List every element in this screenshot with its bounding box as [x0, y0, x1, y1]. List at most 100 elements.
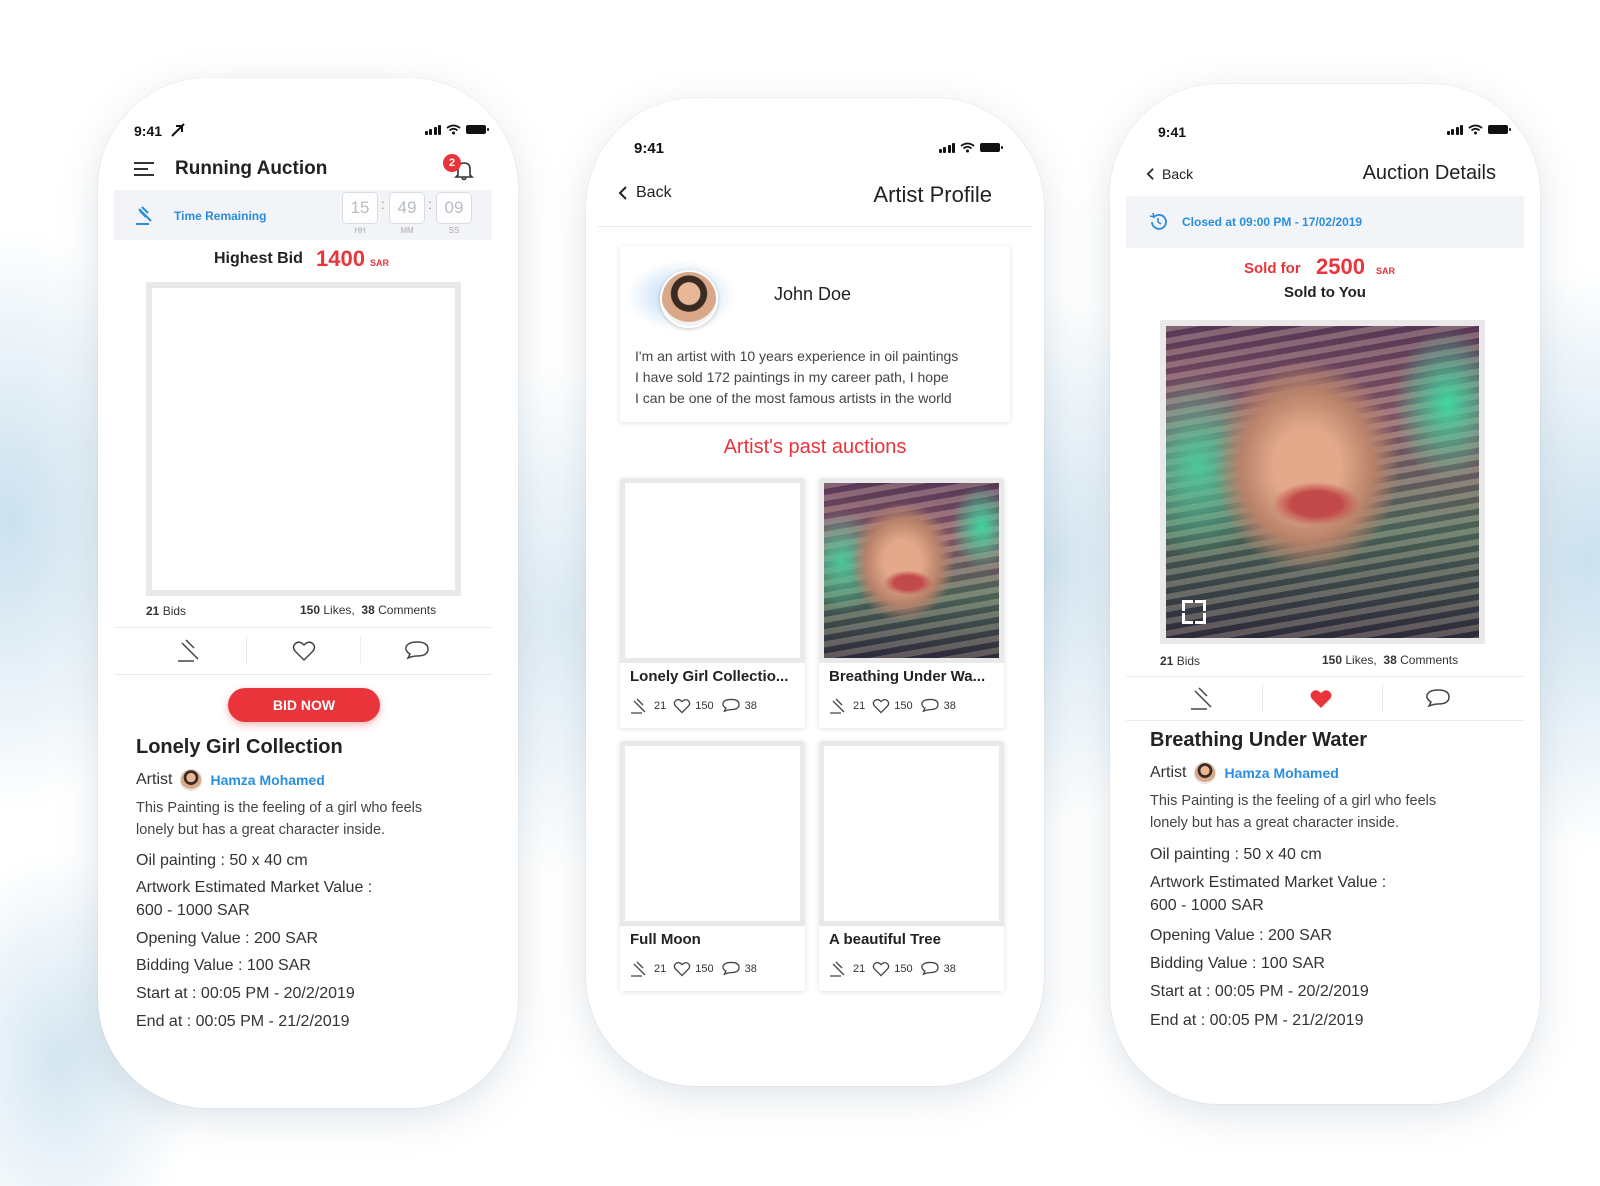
divider [114, 627, 492, 628]
artist-label: Artist [136, 771, 173, 788]
timer-separator: : [381, 196, 385, 212]
page-title: Auction Details [1362, 162, 1496, 184]
heart-icon [673, 698, 691, 714]
bid-now-button[interactable]: BID NOW [228, 688, 380, 722]
divider [1262, 684, 1263, 712]
timer-hours: 15 [342, 192, 378, 224]
battery-icon [1488, 125, 1511, 134]
artist-link[interactable]: Hamza Mohamed [210, 772, 324, 788]
divider [1382, 684, 1383, 712]
divider [246, 636, 247, 664]
heart-icon [292, 641, 316, 662]
artist-name: John Doe [774, 284, 852, 304]
artist-row: Artist Hamza Mohamed [1150, 762, 1339, 784]
expand-icon[interactable] [1182, 600, 1206, 624]
comment-icon [920, 698, 939, 713]
currency-label: SAR [1376, 266, 1396, 276]
expand-icon[interactable] [164, 554, 188, 578]
past-auctions-heading: Artist's past auctions [723, 436, 907, 458]
bidding-value: Bidding Value : 100 SAR [1150, 955, 1325, 972]
battery-icon [466, 125, 489, 134]
auction-card-title: Full Moon [630, 931, 701, 948]
auction-card-stats: 21 150 38 [829, 698, 956, 714]
artwork-image[interactable] [146, 282, 461, 596]
battery-icon [980, 143, 1003, 152]
artwork-thumbnail [620, 478, 805, 663]
timer-minutes: 49 [389, 192, 425, 224]
running-auction-screen: 9:41 Running Auction 2 Time Remaining 15… [98, 78, 518, 1108]
auction-card[interactable]: A beautiful Tree 21 150 38 [819, 741, 1004, 991]
market-value-label: Artwork Estimated Market Value : [1150, 874, 1387, 891]
signal-icon [1446, 124, 1463, 135]
artist-bio: I'm an artist with 10 years experience i… [635, 348, 959, 406]
comment-icon [721, 698, 740, 713]
artist-label: Artist [1150, 764, 1187, 781]
back-label: Back [1162, 166, 1194, 182]
artwork-image[interactable] [1160, 320, 1485, 644]
page-title: Running Auction [175, 158, 328, 179]
bids-count: 21 Bids [1160, 654, 1201, 668]
auction-card[interactable]: Breathing Under Wa... 21 150 38 [819, 478, 1004, 728]
gavel-icon [830, 961, 845, 977]
divider [360, 636, 361, 664]
back-button[interactable]: Back [618, 184, 672, 202]
heart-filled-icon [1310, 690, 1332, 708]
back-chevron-icon [1146, 168, 1154, 180]
artwork-title: Breathing Under Water [1150, 729, 1368, 751]
like-button[interactable] [289, 636, 319, 666]
currency-label: SAR [370, 258, 390, 268]
start-time: Start at : 00:05 PM - 20/2/2019 [1150, 983, 1369, 1000]
bidding-value: Bidding Value : 100 SAR [136, 957, 311, 974]
auction-card[interactable]: Full Moon 21 150 38 [620, 741, 805, 991]
gavel-icon [830, 698, 845, 714]
divider [598, 226, 1032, 227]
artwork-thumbnail [620, 741, 805, 926]
page-title: Artist Profile [873, 182, 992, 207]
gavel-icon [136, 206, 152, 225]
opening-value: Opening Value : 200 SAR [1150, 927, 1333, 944]
likes-comments-count: 150 Likes, 38 Comments [300, 603, 437, 617]
comment-icon [920, 961, 939, 976]
comment-icon [405, 641, 429, 660]
auction-card[interactable]: Lonely Girl Collectio... 21 150 38 [620, 478, 805, 728]
divider [114, 674, 492, 675]
menu-icon[interactable] [134, 161, 154, 177]
end-time: End at : 00:05 PM - 21/2/2019 [1150, 1012, 1364, 1029]
artist-profile-card: John Doe I'm an artist with 10 years exp… [620, 246, 1010, 422]
notification-badge: 2 [443, 154, 461, 172]
comment-icon [1426, 689, 1450, 708]
bids-count: 21 Bids [146, 604, 187, 618]
oil-painting-size: Oil painting : 50 x 40 cm [1150, 846, 1322, 863]
bid-action-button[interactable] [1188, 684, 1218, 714]
artist-link[interactable]: Hamza Mohamed [1224, 765, 1338, 781]
avatar [180, 769, 203, 791]
timer-minutes-label: MM [400, 226, 414, 235]
auction-card-stats: 21 150 38 [829, 961, 956, 977]
artist-row: Artist Hamza Mohamed [136, 769, 325, 791]
history-icon [1149, 212, 1167, 230]
back-button[interactable]: Back [1146, 166, 1193, 182]
auction-card-title: Lonely Girl Collectio... [630, 668, 789, 685]
notifications-button[interactable]: 2 [443, 154, 477, 184]
bid-action-button[interactable] [175, 636, 205, 666]
highest-bid-label: Highest Bid [214, 250, 303, 267]
comment-button[interactable] [1423, 684, 1453, 714]
gavel-icon [631, 698, 646, 714]
likes-comments-count: 150 Likes, 38 Comments [1322, 653, 1459, 667]
sold-for-label: Sold for [1244, 260, 1301, 277]
artwork-thumbnail [819, 478, 1004, 663]
like-button[interactable] [1306, 684, 1336, 714]
artwork-description: This Painting is the feeling of a girl w… [1150, 793, 1437, 831]
status-time: 9:41 [134, 123, 163, 139]
gavel-icon [631, 961, 646, 977]
status-time: 9:41 [634, 140, 665, 157]
status-time: 9:41 [1158, 124, 1187, 140]
market-value: 600 - 1000 SAR [1150, 897, 1264, 914]
timer-separator: : [428, 196, 432, 212]
wifi-icon [960, 142, 975, 153]
comment-button[interactable] [402, 636, 432, 666]
artist-profile-screen: 9:41 Back Artist Profile John Doe I'm an… [586, 98, 1044, 1086]
back-chevron-icon [618, 186, 627, 200]
auction-details-screen: 9:41 Back Auction Details Closed at 09:0… [1110, 84, 1540, 1104]
back-label: Back [636, 184, 672, 201]
